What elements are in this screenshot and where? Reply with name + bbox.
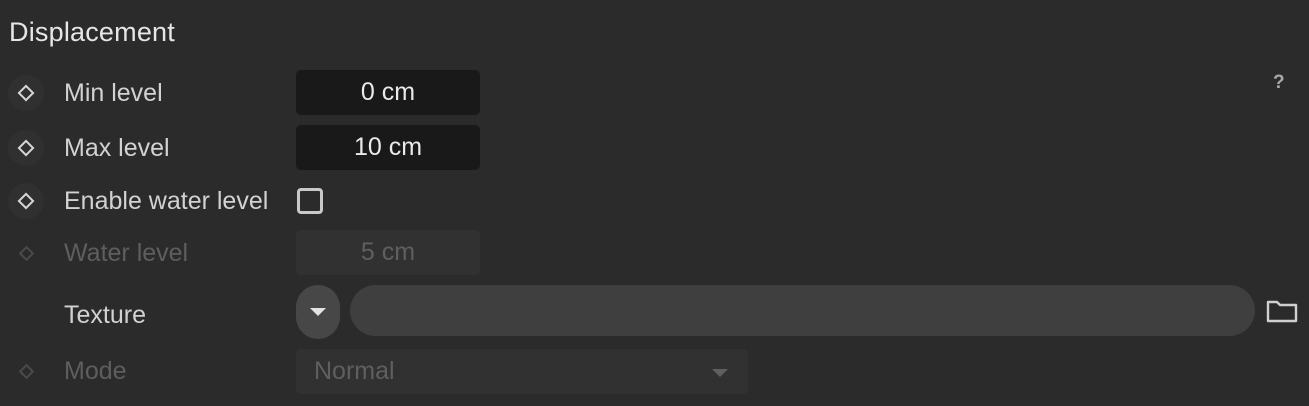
enable-water-level-row: Enable water level — [0, 177, 1309, 225]
texture-path-field[interactable] — [350, 285, 1255, 336]
max-level-field[interactable]: 10 cm — [296, 125, 480, 170]
water-level-row: Water level 5 cm — [0, 229, 1309, 277]
texture-dropdown-button[interactable] — [296, 285, 340, 339]
texture-label: Texture — [64, 301, 146, 329]
chevron-down-icon — [712, 369, 728, 377]
water-level-keyframe-icon — [8, 235, 44, 271]
min-level-field[interactable]: 0 cm — [296, 70, 480, 115]
mode-label: Mode — [64, 357, 127, 385]
mode-select: Normal — [296, 349, 748, 394]
enable-water-level-checkbox[interactable] — [297, 188, 323, 214]
min-level-row: Min level 0 cm — [0, 69, 1309, 117]
chevron-down-icon — [310, 308, 326, 316]
enable-water-level-keyframe-icon[interactable] — [8, 183, 44, 219]
folder-icon[interactable] — [1266, 298, 1298, 324]
min-level-label: Min level — [64, 79, 163, 107]
enable-water-level-label: Enable water level — [64, 187, 269, 215]
mode-row: Mode Normal — [0, 349, 1309, 394]
mode-keyframe-icon — [8, 353, 44, 389]
water-level-field: 5 cm — [296, 230, 480, 275]
max-level-keyframe-icon[interactable] — [8, 130, 44, 166]
texture-row: Texture — [0, 285, 1309, 339]
max-level-row: Max level 10 cm — [0, 124, 1309, 172]
mode-select-value: Normal — [314, 357, 395, 385]
section-title: Displacement — [9, 17, 175, 47]
water-level-label: Water level — [64, 239, 189, 267]
min-level-keyframe-icon[interactable] — [8, 75, 44, 111]
max-level-label: Max level — [64, 134, 170, 162]
